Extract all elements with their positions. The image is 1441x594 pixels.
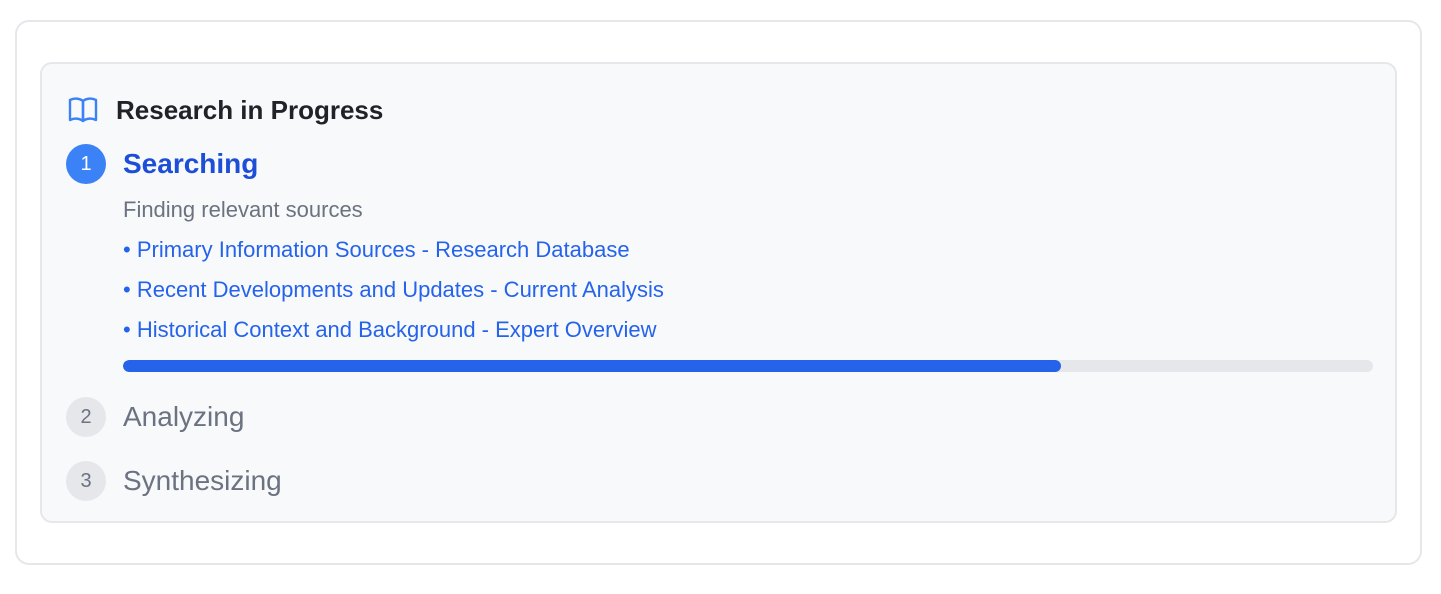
step-number-badge: 3 <box>66 461 106 501</box>
progress-bar <box>123 360 1373 372</box>
step-label: Searching <box>123 148 259 179</box>
step-number-badge: 1 <box>66 144 106 184</box>
research-progress-panel: Research in Progress 1 Searching Finding… <box>40 62 1397 523</box>
step-searching-details: Finding relevant sources • Primary Infor… <box>123 194 1373 372</box>
panel-title: Research in Progress <box>116 95 384 125</box>
progress-bar-fill <box>123 360 1061 372</box>
step-analyzing: 2 Analyzing <box>66 397 244 437</box>
source-link[interactable]: • Recent Developments and Updates - Curr… <box>123 274 1373 306</box>
step-synthesizing: 3 Synthesizing <box>66 461 282 501</box>
step-searching: 1 Searching <box>66 144 258 184</box>
step-number-badge: 2 <box>66 397 106 437</box>
source-link[interactable]: • Primary Information Sources - Research… <box>123 234 1373 266</box>
source-link[interactable]: • Historical Context and Background - Ex… <box>123 314 1373 346</box>
book-open-icon <box>68 96 98 124</box>
step-label: Analyzing <box>123 401 245 432</box>
step-label: Synthesizing <box>123 465 282 496</box>
panel-header: Research in Progress <box>68 94 383 126</box>
step-description: Finding relevant sources <box>123 197 363 222</box>
